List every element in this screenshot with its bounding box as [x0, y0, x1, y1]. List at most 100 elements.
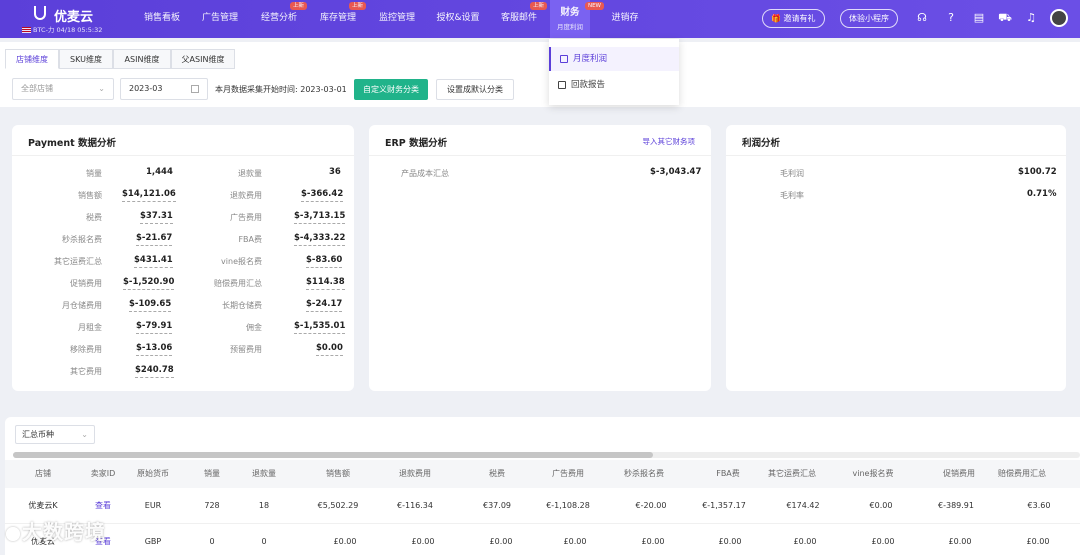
custom-finance-category-button[interactable]: 自定义财务分类	[354, 79, 428, 100]
column-header[interactable]: 卖家ID	[85, 460, 121, 488]
nav-inventory[interactable]: 库存管理 上新	[318, 0, 366, 38]
metric-value-wrap[interactable]: $240.78	[135, 364, 195, 380]
metric-label-wrap: 其它费用	[42, 364, 102, 380]
horizontal-scrollbar[interactable]	[13, 452, 1080, 458]
table-cell: €0.00	[869, 501, 893, 510]
table-cell: £0.00	[333, 537, 357, 546]
brand[interactable]: 优麦云 BTC-力 04/18 05:5:32	[22, 4, 142, 34]
nav-cs-mail[interactable]: 客服邮件 上新	[499, 0, 547, 38]
metric-value-wrap[interactable]: $-24.17	[306, 298, 352, 314]
column-header[interactable]: 原始货币	[129, 460, 177, 488]
tab-sku[interactable]: SKU维度	[59, 49, 113, 69]
nav-label: 监控管理	[378, 13, 415, 23]
payment-analysis-card: Payment 数据分析 销量 1,444 销售额 $14,121.06 税费 …	[12, 125, 354, 391]
column-header[interactable]: 税费	[485, 460, 509, 488]
nav-label: 财务	[560, 7, 580, 18]
nav-ads[interactable]: 广告管理	[200, 0, 240, 38]
metric-value: $-3,713.15	[294, 210, 346, 224]
metric-value-wrap[interactable]: $-109.65	[129, 298, 189, 314]
table-cell: 0	[261, 537, 267, 546]
column-header[interactable]: 退款费用	[393, 460, 437, 488]
menu-label: 回款报告	[571, 80, 606, 90]
nav-purchase-sales-stock[interactable]: 进销存	[608, 0, 642, 38]
table-cell: EUR	[144, 501, 162, 510]
tab-parent-asin[interactable]: 父ASIN维度	[171, 49, 235, 69]
metric-label: 月仓储费用	[62, 301, 102, 310]
metric-value-wrap[interactable]: $14,121.06	[122, 188, 182, 204]
table-cell: £0.00	[948, 537, 972, 546]
avatar[interactable]	[1050, 9, 1068, 27]
help-icon[interactable]: ?	[944, 11, 958, 25]
metric-label-wrap: 退款量	[202, 166, 262, 182]
column-header[interactable]: 店铺	[23, 460, 63, 488]
scrollbar-thumb[interactable]	[13, 452, 653, 458]
metric-value: $-109.65	[129, 298, 172, 312]
column-header[interactable]: 秒杀报名费	[616, 460, 672, 488]
metric-label: 毛利率	[780, 191, 804, 200]
divider	[726, 155, 1066, 156]
nav-finance[interactable]: 财务月度利润 NEW	[550, 0, 604, 38]
watermark-logo-icon	[6, 526, 20, 541]
metric-value-wrap[interactable]: $-21.67	[136, 232, 196, 248]
currency-select[interactable]: 汇总币种 ⌄	[15, 425, 95, 444]
metric-value: 0.71%	[1027, 189, 1057, 199]
nav-label: 进销存	[611, 13, 639, 23]
metric-value-wrap: 36	[329, 166, 354, 182]
column-header[interactable]: 退款量	[248, 460, 280, 488]
metric-label: 赔偿费用汇总	[214, 279, 262, 288]
metric-value: $-83.60	[306, 254, 343, 268]
nav-business-analysis[interactable]: 经营分析 上新	[259, 0, 307, 38]
tab-store[interactable]: 店铺维度	[5, 49, 59, 69]
metric-value-wrap[interactable]: $-366.42	[301, 188, 351, 204]
metric-label: 退款量	[238, 169, 262, 178]
watermark: 大数跨境	[6, 516, 106, 545]
nav-sales-board[interactable]: 销售看板	[142, 0, 182, 38]
column-header[interactable]: 销售额	[320, 460, 356, 488]
month-picker[interactable]: 2023-03	[120, 78, 208, 100]
gift-icon: 🎁	[771, 14, 784, 23]
nav-monitor[interactable]: 监控管理	[377, 0, 417, 38]
support-icon[interactable]: ☊	[915, 11, 929, 25]
set-default-category-button[interactable]: 设置成默认分类	[436, 79, 514, 100]
table-cell: 0	[209, 537, 215, 546]
metric-label-wrap: 月仓储费用	[42, 298, 102, 314]
import-finance-items-link[interactable]: 导入其它财务项	[643, 136, 696, 147]
metric-value-wrap[interactable]: $-1,535.01	[294, 320, 352, 336]
metric-value-wrap[interactable]: $-1,520.90	[123, 276, 183, 292]
new-badge: 上新	[529, 2, 547, 10]
column-header[interactable]: 广告费用	[546, 460, 590, 488]
invite-button[interactable]: 🎁 邀请有礼	[762, 9, 825, 28]
metric-value-wrap[interactable]: $37.31	[140, 210, 200, 226]
column-header[interactable]: 销量	[200, 460, 224, 488]
bell-icon[interactable]: ♫	[1024, 11, 1038, 25]
column-header[interactable]: vine报名费	[848, 460, 898, 488]
tab-asin[interactable]: ASIN维度	[113, 49, 171, 69]
collect-start-label: 本月数据采集开始时间: 2023-03-01	[215, 84, 347, 95]
metric-value-wrap[interactable]: $-3,713.15	[294, 210, 352, 226]
metric-label: 月租金	[78, 323, 102, 332]
metric-value: 36	[329, 167, 341, 177]
metric-value-wrap[interactable]: $431.41	[134, 254, 194, 270]
message-icon[interactable]: ▤	[972, 11, 986, 25]
chart-icon	[560, 55, 568, 63]
trial-miniapp-button[interactable]: 体验小程序	[840, 9, 898, 28]
menu-item-monthly-profit[interactable]: 月度利润	[549, 47, 679, 71]
cart-icon[interactable]: ⛟	[998, 11, 1012, 25]
store-select[interactable]: 全部店铺 ⌄	[12, 78, 114, 100]
column-header[interactable]: 促销费用	[937, 460, 981, 488]
metric-value-wrap[interactable]: $-13.06	[136, 342, 196, 358]
column-header[interactable]: FBA费	[712, 460, 744, 488]
metric-value-wrap[interactable]: $0.00	[316, 342, 352, 358]
metric-value-wrap[interactable]: $-83.60	[306, 254, 352, 270]
menu-item-payment-report[interactable]: 回款报告	[549, 73, 679, 97]
metric-value-wrap[interactable]: $114.38	[306, 276, 352, 292]
nav-auth-settings[interactable]: 授权&设置	[436, 0, 480, 38]
new-badge: NEW	[584, 2, 604, 10]
divider	[369, 155, 711, 156]
metric-value: $-366.42	[301, 188, 344, 202]
metric-value-wrap[interactable]: $-79.91	[136, 320, 196, 336]
column-header[interactable]: 赔偿费用汇总	[990, 460, 1054, 488]
column-header[interactable]: 其它运费汇总	[760, 460, 824, 488]
nav-sublabel: 月度利润	[557, 23, 583, 31]
metric-value-wrap[interactable]: $-4,333.22	[294, 232, 352, 248]
